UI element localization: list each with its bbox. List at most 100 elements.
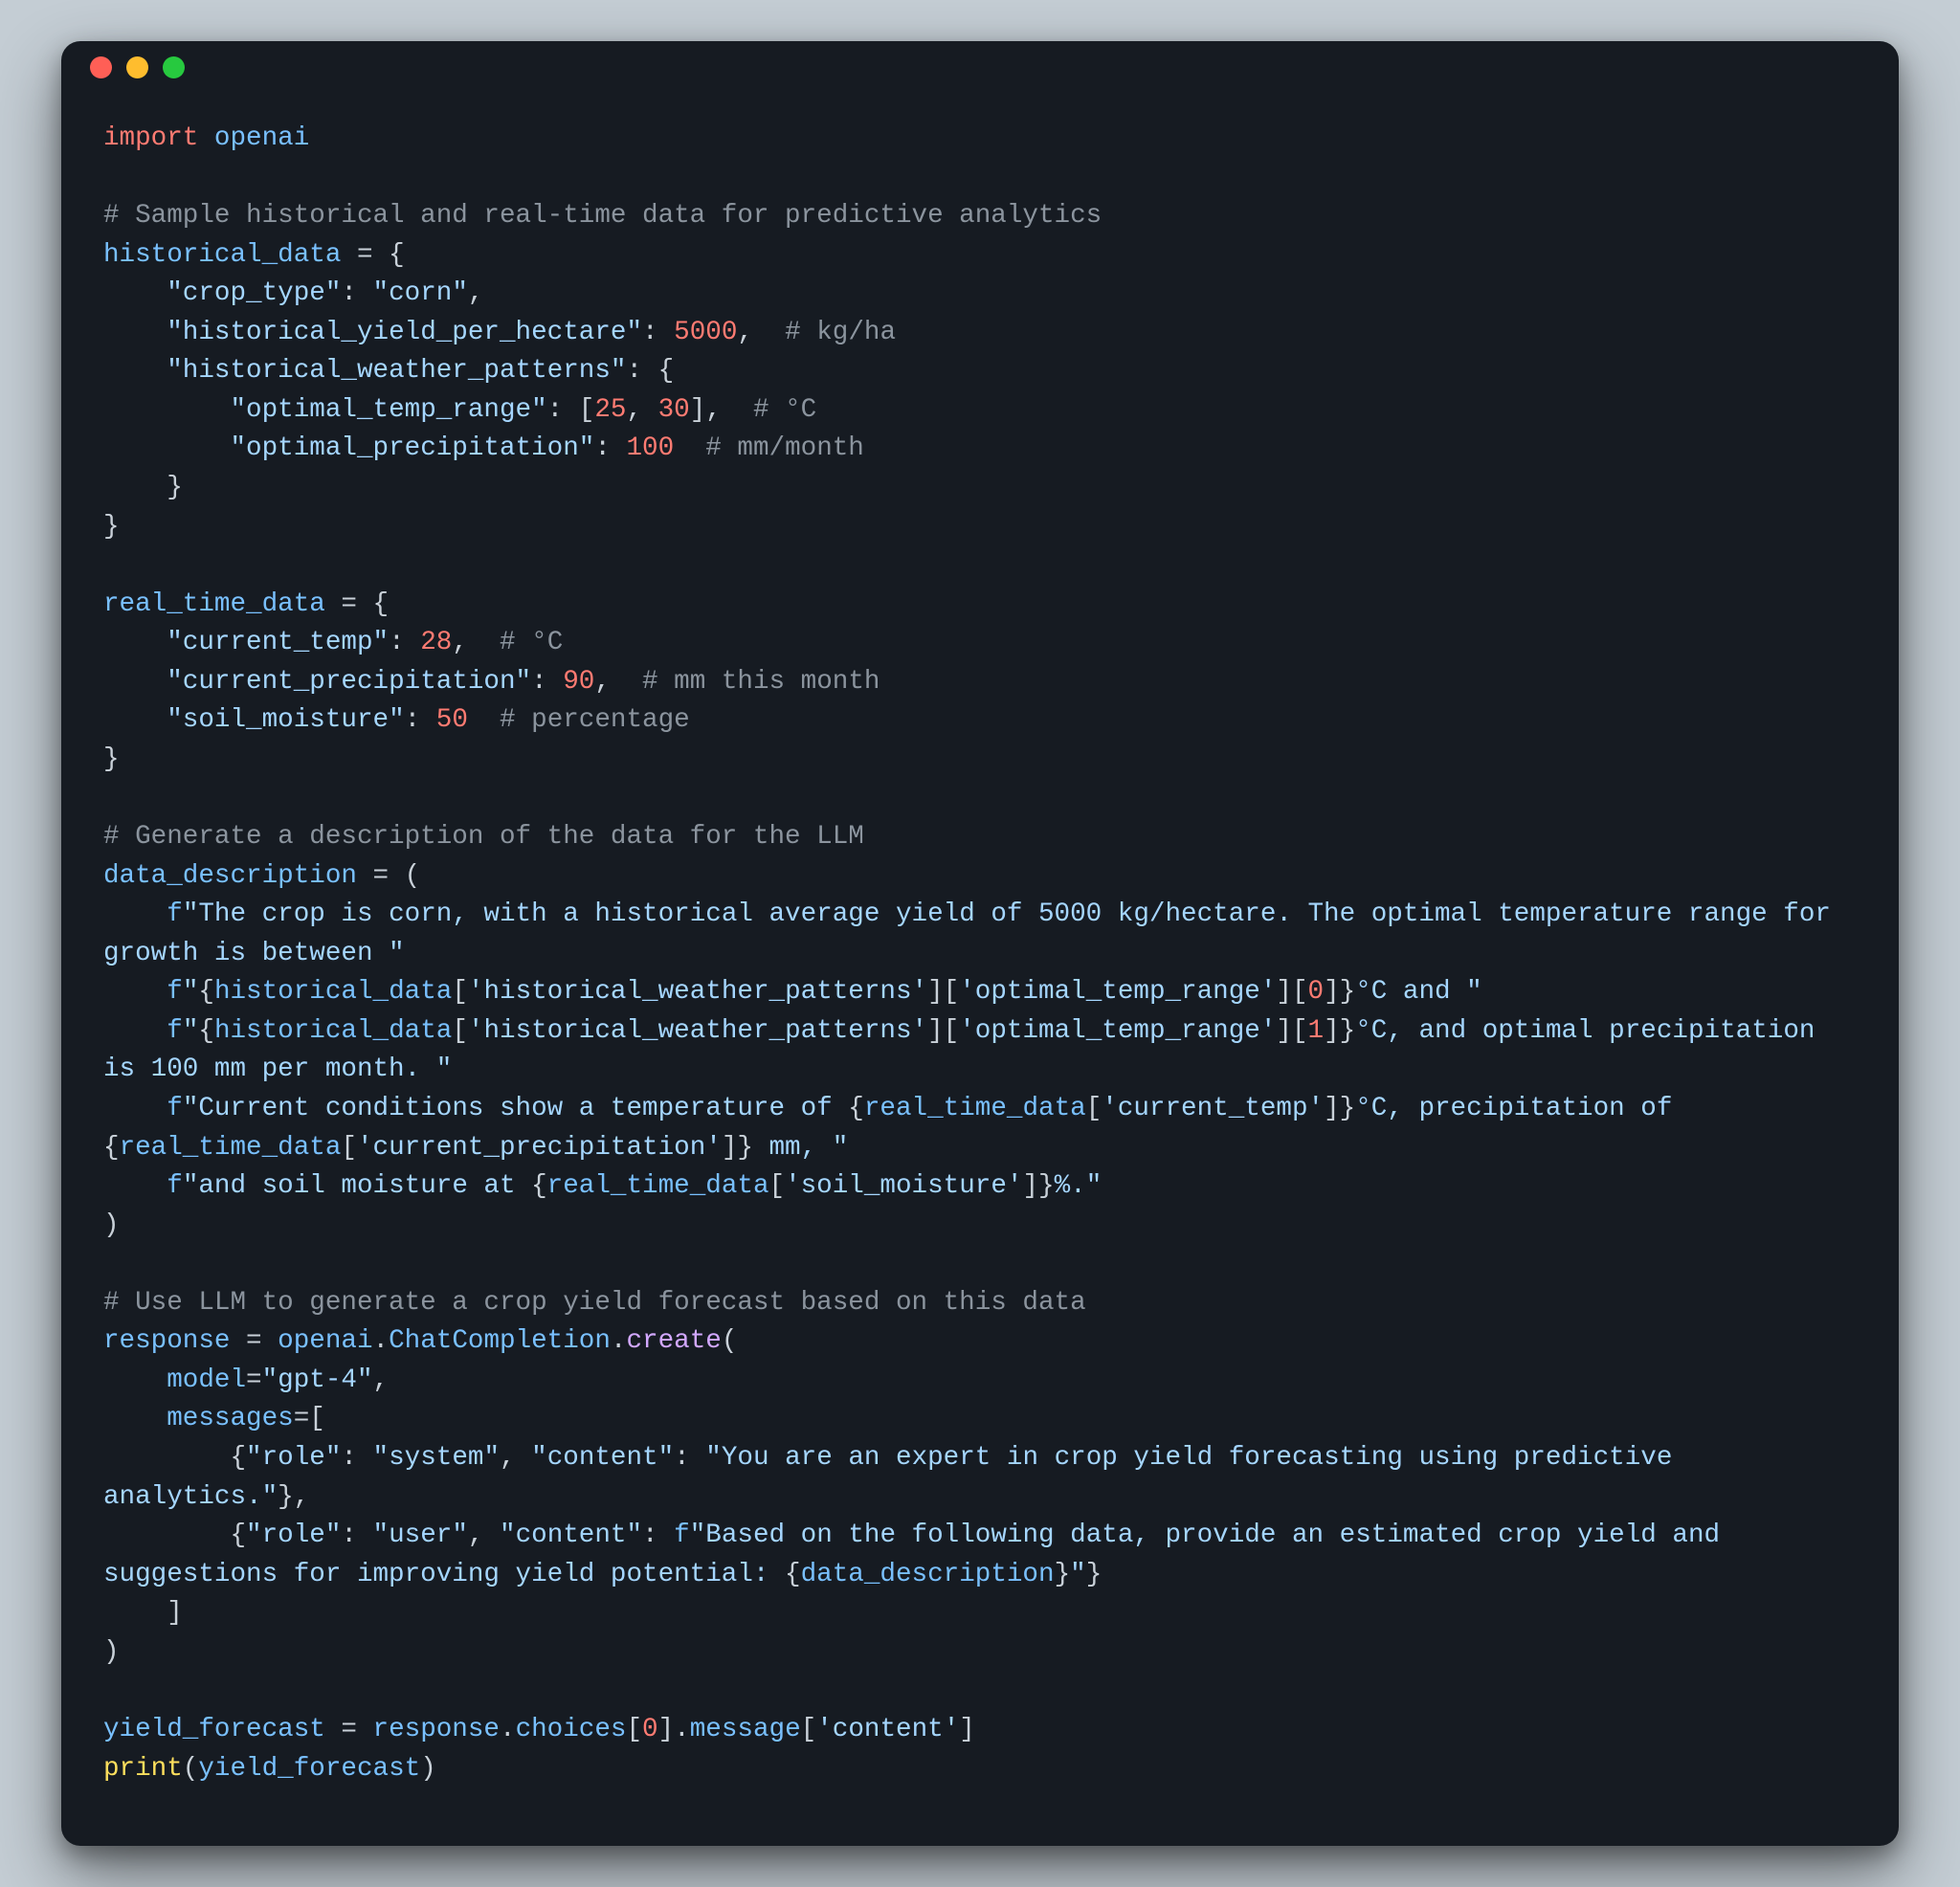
code-token: =: [230, 1326, 278, 1356]
code-token: [468, 705, 500, 735]
code-token: [: [1086, 1094, 1102, 1123]
code-token: :: [341, 1521, 372, 1550]
code-token: ].: [658, 1715, 690, 1744]
code-token: ,: [468, 1521, 500, 1550]
code-token: "corn": [373, 278, 468, 308]
code-token: ][: [927, 977, 959, 1007]
code-token: "and soil moisture at: [183, 1171, 531, 1201]
code-token: 'historical_weather_patterns': [468, 1016, 927, 1046]
code-token: "content": [531, 1443, 674, 1473]
code-token: response: [103, 1326, 230, 1356]
code-token: # Generate a description of the data for…: [103, 822, 864, 852]
code-token: : [: [547, 395, 595, 425]
code-token: ChatCompletion: [389, 1326, 611, 1356]
code-token: 'optimal_temp_range': [959, 977, 1276, 1007]
code-token: message: [690, 1715, 801, 1744]
code-token: import: [103, 123, 198, 153]
code-token: }: [103, 744, 120, 774]
code-token: :: [674, 1443, 705, 1473]
code-token: }: [1055, 1560, 1071, 1589]
code-token: ": [183, 977, 199, 1007]
code-token: "crop_type": [167, 278, 341, 308]
code-token: 'historical_weather_patterns': [468, 977, 927, 1007]
code-token: historical_data: [214, 977, 452, 1007]
code-token: f: [167, 899, 183, 929]
minimize-icon[interactable]: [126, 56, 148, 78]
code-token: "Current conditions show a temperature o…: [183, 1094, 848, 1123]
code-token: "historical_yield_per_hectare": [167, 318, 642, 347]
code-token: [674, 433, 705, 463]
code-token: "soil_moisture": [167, 705, 404, 735]
code-token: model: [167, 1365, 246, 1395]
code-token: [: [452, 1016, 468, 1046]
code-token: 0: [1308, 977, 1325, 1007]
close-icon[interactable]: [90, 56, 112, 78]
code-token: :: [341, 278, 372, 308]
code-window: import openai # Sample historical and re…: [61, 41, 1899, 1846]
code-token: 'optimal_temp_range': [959, 1016, 1276, 1046]
code-token: :: [642, 1521, 674, 1550]
code-token: 100: [626, 433, 674, 463]
code-token: print: [103, 1754, 183, 1784]
code-token: "system": [373, 1443, 500, 1473]
code-token: 28: [420, 628, 452, 657]
code-token: ,: [594, 667, 642, 697]
code-token: f: [167, 977, 183, 1007]
code-token: 90: [563, 667, 594, 697]
code-token: ]}: [1324, 1094, 1355, 1123]
code-token: [198, 123, 214, 153]
code-token: [: [769, 1171, 786, 1201]
code-token: f: [167, 1016, 183, 1046]
code-token: ][: [1276, 977, 1307, 1007]
code-token: 50: [436, 705, 468, 735]
page-stage: import openai # Sample historical and re…: [0, 0, 1960, 1887]
code-token: [103, 1094, 167, 1123]
code-token: =: [325, 1715, 373, 1744]
code-token: :: [594, 433, 626, 463]
code-token: :: [531, 667, 563, 697]
zoom-icon[interactable]: [163, 56, 185, 78]
code-token: ,: [626, 395, 657, 425]
code-token: 'soil_moisture': [785, 1171, 1022, 1201]
code-token: 5000: [674, 318, 737, 347]
code-token: [: [341, 1133, 357, 1163]
code-token: "gpt-4": [262, 1365, 373, 1395]
code-token: [103, 977, 167, 1007]
code-token: ][: [927, 1016, 959, 1046]
code-token: data_description: [801, 1560, 1055, 1589]
code-token: {: [198, 1016, 214, 1046]
code-token: openai: [278, 1326, 372, 1356]
code-token: mm, ": [753, 1133, 848, 1163]
code-token: } }: [103, 473, 183, 542]
code-token: f: [167, 1171, 183, 1201]
code-token: 'content': [816, 1715, 959, 1744]
code-token: "content": [500, 1521, 642, 1550]
code-token: "current_precipitation": [167, 667, 531, 697]
code-token: .: [500, 1715, 516, 1744]
code-token: :: [389, 628, 420, 657]
code-token: .: [611, 1326, 627, 1356]
code-token: "optimal_precipitation": [230, 433, 594, 463]
code-token: data_description: [103, 861, 357, 891]
code-token: [: [452, 977, 468, 1007]
code-token: {: [785, 1560, 801, 1589]
code-token: {: [198, 977, 214, 1007]
code-token: # kg/ha: [785, 318, 896, 347]
code-token: # Use LLM to generate a crop yield forec…: [103, 1288, 1086, 1318]
code-token: "The crop is corn, with a historical ave…: [103, 899, 1847, 968]
code-token: "historical_weather_patterns": [167, 356, 626, 386]
code-token: ],: [690, 395, 753, 425]
code-token: =: [246, 1365, 262, 1395]
code-token: create: [626, 1326, 721, 1356]
code-token: 'current_precipitation': [357, 1133, 722, 1163]
code-token: {: [848, 1094, 864, 1123]
code-token: :: [405, 705, 436, 735]
code-token: {: [103, 1133, 120, 1163]
code-token: [103, 667, 167, 697]
code-token: "optimal_temp_range": [230, 395, 546, 425]
code-token: ]}: [1324, 1016, 1355, 1046]
code-token: ": [183, 1016, 199, 1046]
code-token: real_time_data: [864, 1094, 1086, 1123]
code-token: ,: [500, 1443, 531, 1473]
code-token: 'current_temp': [1102, 1094, 1324, 1123]
